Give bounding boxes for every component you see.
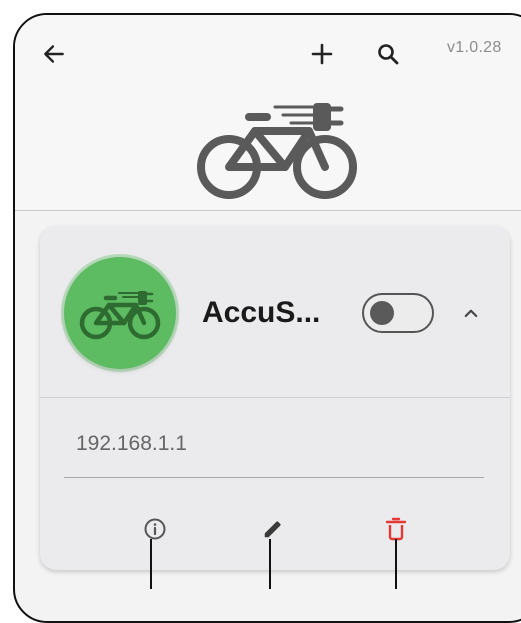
device-card: AccuS... 192.168.1.1 (40, 226, 510, 570)
device-name: AccuS... (202, 296, 321, 329)
app-header: v1.0.28 (15, 15, 521, 211)
callout-line-edit (269, 539, 271, 589)
ip-address-field[interactable]: 192.168.1.1 (64, 416, 484, 478)
collapse-button[interactable] (454, 296, 488, 330)
ip-field-underline (64, 477, 484, 478)
callout-line-delete (395, 539, 397, 589)
ebike-plug-icon (197, 103, 357, 199)
search-icon (378, 44, 399, 65)
pencil-icon (264, 521, 281, 538)
app-version: v1.0.28 (447, 39, 502, 56)
search-button[interactable] (371, 37, 405, 71)
plus-icon (311, 43, 333, 65)
edit-button[interactable] (256, 512, 290, 546)
ip-address-value: 192.168.1.1 (76, 432, 187, 455)
arrow-left-icon (44, 45, 64, 63)
device-enable-toggle[interactable] (362, 293, 434, 333)
back-button[interactable] (37, 37, 71, 71)
card-divider (40, 397, 510, 398)
info-icon (144, 518, 166, 540)
toggle-knob (370, 301, 394, 325)
device-avatar[interactable] (64, 257, 176, 369)
trash-icon (385, 517, 407, 541)
chevron-up-icon (464, 309, 478, 318)
phone-frame: v1.0.28 AccuS... 192.168.1.1 (13, 13, 521, 623)
ebike-plug-icon (79, 291, 161, 340)
callout-line-info (150, 539, 152, 589)
info-button[interactable] (138, 512, 172, 546)
add-button[interactable] (305, 37, 339, 71)
